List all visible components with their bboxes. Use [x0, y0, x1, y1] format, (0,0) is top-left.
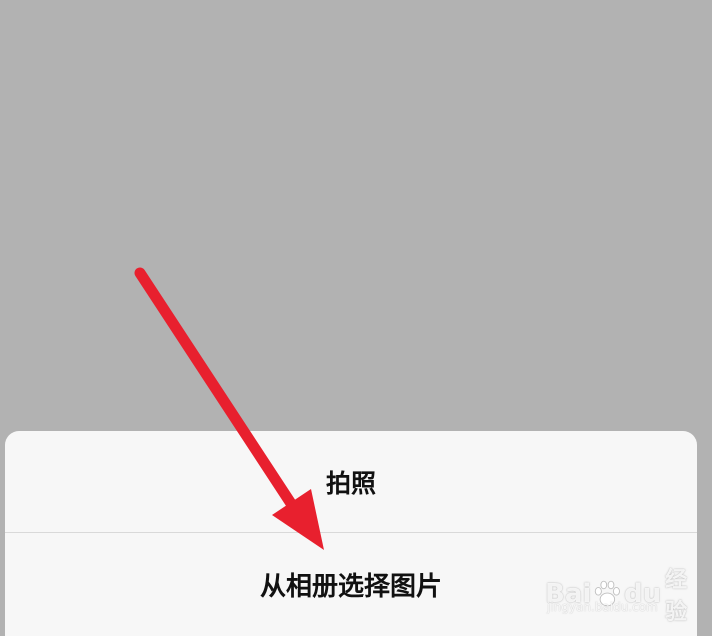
take-photo-label: 拍照: [325, 468, 376, 498]
choose-from-album-option[interactable]: 从相册选择图片: [5, 533, 697, 636]
take-photo-option[interactable]: 拍照: [5, 431, 697, 532]
photo-action-sheet: 拍照 从相册选择图片: [5, 431, 697, 636]
choose-from-album-label: 从相册选择图片: [259, 572, 442, 602]
